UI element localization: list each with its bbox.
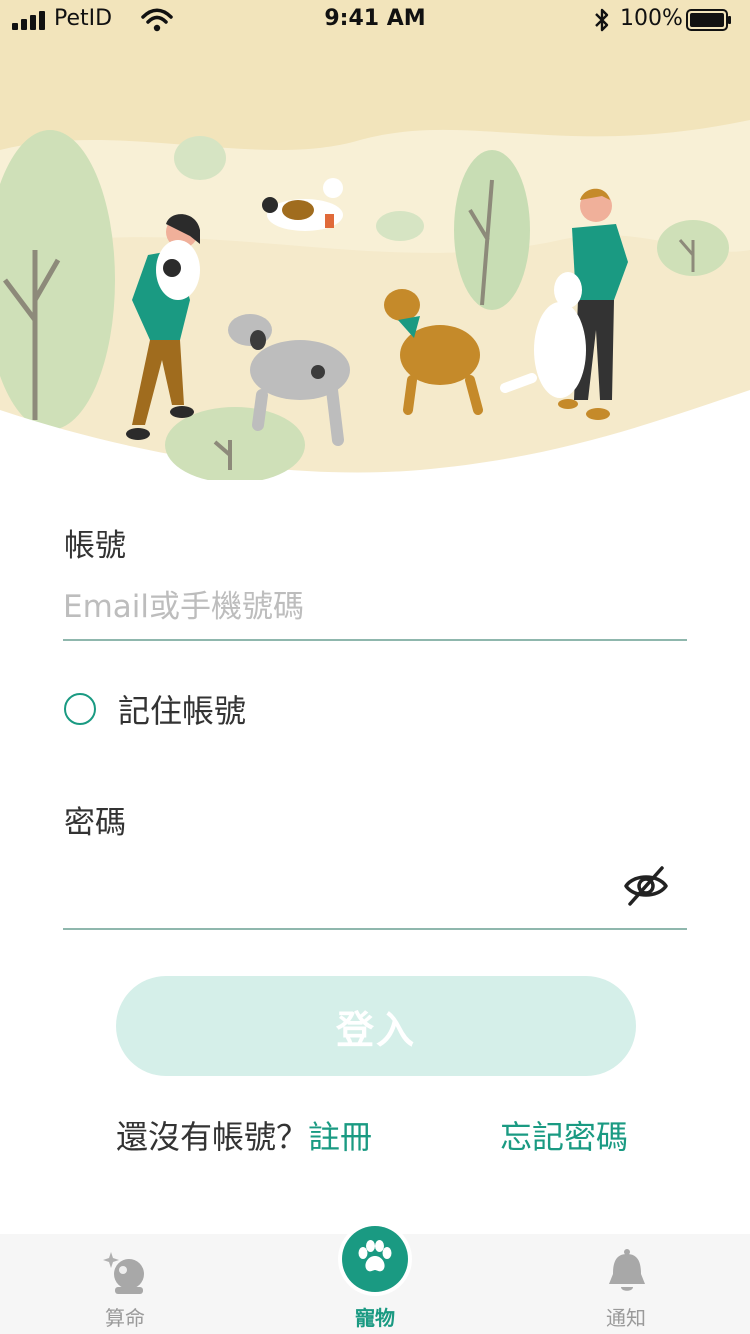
paw-icon [358, 1240, 392, 1272]
battery-percentage: 100% [620, 6, 683, 31]
battery-icon [686, 9, 731, 31]
bluetooth-icon [595, 8, 609, 32]
signup-prompt-line: 還沒有帳號？註冊 [116, 1112, 372, 1158]
password-label: 密碼 [64, 805, 126, 841]
signup-link[interactable]: 註冊 [308, 1118, 372, 1156]
tree-center [454, 150, 530, 310]
password-field [63, 866, 603, 930]
signup-prompt: 還沒有帳號？ [116, 1118, 309, 1156]
forgot-password-link[interactable]: 忘記密碼 [500, 1112, 628, 1158]
remember-account-toggle[interactable]: 記住帳號 [64, 688, 246, 730]
tab-notifications[interactable]: 通知 [546, 1234, 706, 1334]
tab-fortune[interactable]: 算命 [45, 1234, 205, 1334]
account-input[interactable] [63, 575, 687, 639]
paw-tab-button[interactable] [342, 1226, 408, 1292]
tab-label: 通知 [606, 1306, 646, 1330]
eye-off-icon[interactable] [622, 862, 670, 910]
password-input[interactable] [63, 866, 603, 930]
account-label: 帳號 [64, 528, 126, 564]
password-underline [63, 928, 687, 930]
bell-icon [609, 1249, 645, 1291]
bush-bottom [165, 407, 305, 480]
remember-radio[interactable] [64, 693, 96, 725]
status-bar: PetID 9:41 AM 100% [0, 0, 750, 40]
crystal-ball-icon [103, 1252, 144, 1294]
remember-label: 記住帳號 [118, 692, 247, 730]
tab-label: 算命 [105, 1306, 145, 1330]
tab-label: 寵物 [355, 1306, 395, 1330]
hero-illustration [0, 0, 750, 480]
login-button[interactable]: 登入 [116, 976, 636, 1076]
account-field [63, 575, 687, 641]
bush-right [657, 220, 729, 276]
